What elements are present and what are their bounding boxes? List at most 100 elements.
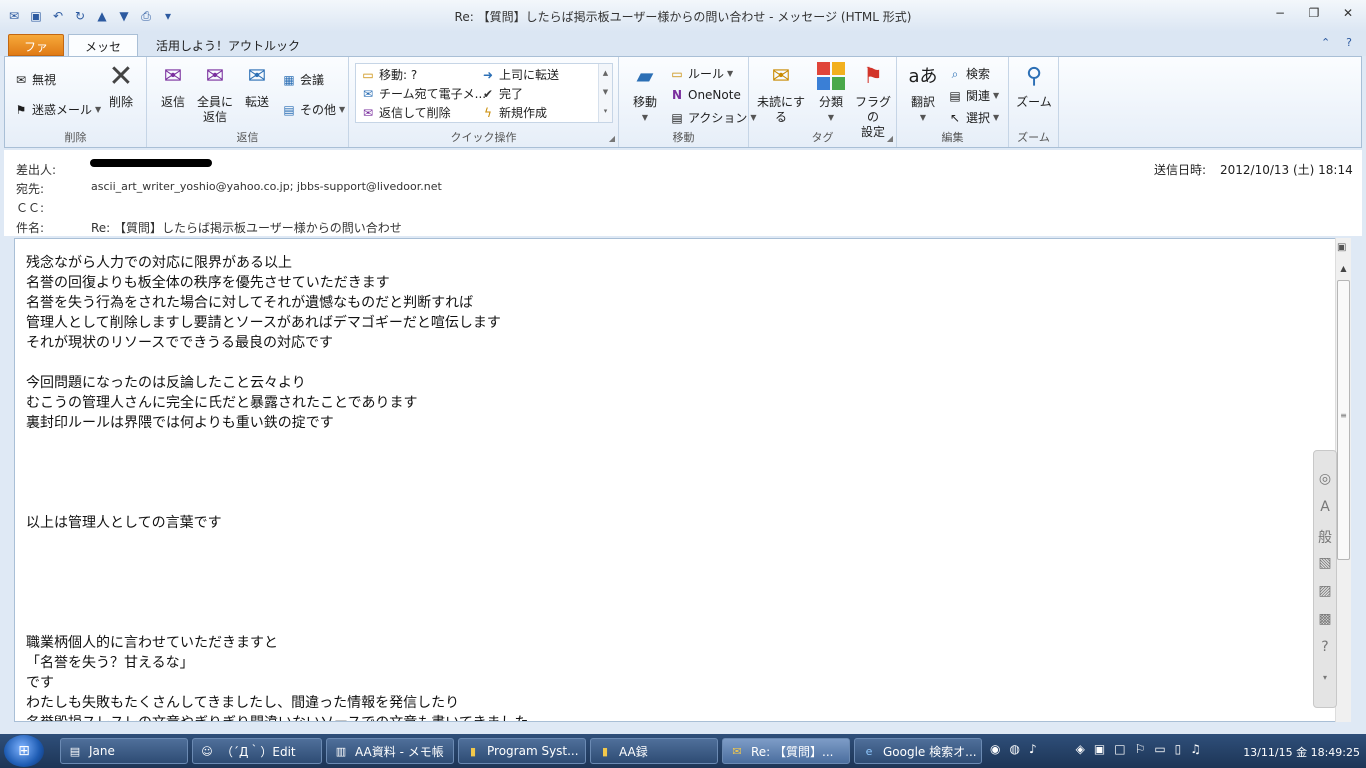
scroll-thumb[interactable]: ≡ bbox=[1337, 280, 1350, 560]
forward-manager-icon: ➜ bbox=[482, 67, 494, 82]
to-value[interactable]: ascii_art_writer_yoshio@yahoo.co.jp; jbb… bbox=[91, 180, 442, 193]
junk-button[interactable]: ⚑ 迷惑メール ▼ bbox=[13, 101, 102, 118]
reading-pane-icon[interactable]: ▣ bbox=[1337, 242, 1350, 256]
tab-file[interactable]: ファイル bbox=[8, 34, 64, 71]
body-line: 名誉の回復よりも板全体の秩序を優先させていただきます bbox=[26, 275, 390, 291]
move-button[interactable]: ▰ 移動 ▼ bbox=[627, 61, 663, 125]
forward-button[interactable]: ✉ 転送 bbox=[239, 61, 275, 110]
taskbar-item-google-search[interactable]: e Google 検索オ... bbox=[854, 738, 982, 764]
quick-step-team-email[interactable]: ✉ チーム宛て電子メ... bbox=[360, 85, 486, 102]
mouse-icon[interactable]: ◍ bbox=[1009, 742, 1019, 756]
display-icon[interactable]: ▭ bbox=[1154, 742, 1165, 756]
actions-button[interactable]: ▤ アクション ▼ bbox=[669, 109, 756, 126]
delete-button[interactable]: ✕ 削除 bbox=[101, 61, 141, 110]
expand-gallery-icon[interactable]: ▾ bbox=[599, 102, 612, 121]
ribbon-tools: ⌃ ? bbox=[1321, 36, 1352, 49]
body-line: 今回問題になったのは反論したこと云々より bbox=[26, 375, 306, 391]
group-label-delete: 削除 bbox=[64, 131, 87, 144]
subject-value: Re: 【質問】したらば掲示板ユーザー様からの問い合わせ bbox=[91, 221, 402, 235]
scroll-up-icon[interactable]: ▲ bbox=[1336, 264, 1351, 278]
zoom-button[interactable]: ⚲ ズーム bbox=[1015, 61, 1053, 110]
start-button[interactable]: ⊞ bbox=[4, 735, 44, 767]
ime-mode-icon[interactable]: ◎ bbox=[1314, 471, 1336, 487]
title-bar: ✉ ▣ ↶ ↻ ▲ ▼ ⎙ ▾ Re: 【質問】したらば掲示板ユーザー様からの問… bbox=[0, 0, 1366, 32]
onenote-button[interactable]: N OneNote bbox=[669, 87, 741, 103]
group-label-move: 移動 bbox=[672, 131, 695, 144]
taskbar-item-edit[interactable]: ☺ （´Д｀）Edit bbox=[192, 738, 322, 764]
scroll-down-icon[interactable]: ▼ bbox=[599, 83, 612, 102]
ime-pad-icon[interactable]: ▧ bbox=[1314, 555, 1336, 571]
to-label: 宛先: bbox=[16, 182, 45, 196]
team-mail-icon: ✉ bbox=[362, 86, 374, 101]
minimize-ribbon-icon[interactable]: ⌃ bbox=[1321, 36, 1330, 49]
reply-all-button[interactable]: ✉ 全員に 返信 bbox=[195, 61, 235, 125]
find-button[interactable]: ⌕ 検索 bbox=[947, 65, 990, 82]
folder-icon: ▭ bbox=[362, 67, 374, 82]
volume-icon[interactable]: ♪ bbox=[1029, 742, 1037, 756]
ime-tools-icon[interactable]: ▩ bbox=[1314, 611, 1336, 627]
flag-icon[interactable]: ⚐ bbox=[1135, 742, 1146, 756]
ime-options-icon[interactable]: ▾ bbox=[1314, 673, 1336, 682]
group-label-quick-steps: クイック操作 bbox=[450, 131, 517, 144]
body-line bbox=[26, 613, 1316, 633]
quick-step-to-manager[interactable]: ➜ 上司に転送 bbox=[480, 66, 559, 83]
reply-icon: ✉ bbox=[163, 63, 183, 89]
taskbar-item-notepad[interactable]: ▥ AA資料 - メモ帳 bbox=[326, 738, 454, 764]
categorize-icon bbox=[816, 61, 846, 91]
more-icon: ▤ bbox=[283, 102, 295, 117]
vertical-scrollbar[interactable]: ▣ ▲ ≡ bbox=[1335, 238, 1351, 722]
chevron-down-icon: ▼ bbox=[727, 69, 734, 78]
taskbar-item-jane[interactable]: ▤ Jane bbox=[60, 738, 188, 764]
taskbar-item-program-system[interactable]: ▮ Program Syst... bbox=[458, 738, 586, 764]
mark-unread-button[interactable]: ✉ 未読にする bbox=[753, 61, 809, 125]
delete-x-icon: ✕ bbox=[108, 58, 134, 94]
tab-message[interactable]: メッセージ bbox=[68, 34, 138, 71]
ime-help-icon[interactable]: ? bbox=[1314, 639, 1336, 655]
checkmark-icon: ✔ bbox=[482, 86, 494, 101]
office-icon[interactable]: ▣ bbox=[1094, 742, 1105, 756]
quick-step-done[interactable]: ✔ 完了 bbox=[480, 85, 523, 102]
ime-dictionary-icon[interactable]: ▨ bbox=[1314, 583, 1336, 599]
magnifier-icon: ⚲ bbox=[1025, 63, 1043, 89]
restore-button[interactable]: ❐ bbox=[1304, 6, 1324, 24]
taskbar-item-aa-folder[interactable]: ▮ AA録 bbox=[590, 738, 718, 764]
help-icon[interactable]: ? bbox=[1346, 36, 1352, 49]
taskbar-clock[interactable]: 13/11/15 金 18:49:25 bbox=[1243, 744, 1360, 760]
tray-app-icon[interactable]: ◉ bbox=[990, 742, 1000, 756]
window-controls: − ❐ ✕ bbox=[1270, 6, 1358, 24]
select-button[interactable]: ↖ 選択 ▼ bbox=[947, 109, 999, 126]
message-body[interactable]: 残念ながら人力での対応に限界がある以上名誉の回復よりも板全体の秩序を優先させてい… bbox=[14, 238, 1350, 722]
quick-steps-scroller[interactable]: ▲ ▼ ▾ bbox=[598, 64, 612, 122]
ime-conversion-mode[interactable]: 般 bbox=[1314, 527, 1336, 547]
ime-input-mode[interactable]: A bbox=[1314, 499, 1336, 515]
minimize-button[interactable]: − bbox=[1270, 6, 1290, 24]
ignore-button[interactable]: ✉ 無視 bbox=[13, 71, 56, 88]
body-line: 残念ながら人力での対応に限界がある以上 bbox=[26, 255, 292, 271]
system-tray: ◉ ◍ ♪ ◈ ▣ □ ⚐ ▭ ▯ ♫ bbox=[990, 742, 1201, 756]
speaker-icon[interactable]: ♫ bbox=[1190, 742, 1201, 756]
translate-button[interactable]: aあ 翻訳 ▼ bbox=[903, 61, 943, 125]
meeting-button[interactable]: ▦ 会議 bbox=[281, 71, 324, 88]
tray-box-icon[interactable]: □ bbox=[1114, 742, 1125, 756]
tab-extra[interactable]: 活用しよう！アウトルック bbox=[146, 34, 310, 56]
quick-step-move[interactable]: ▭ 移動: ? bbox=[360, 66, 417, 83]
taskbar-item-outlook-message[interactable]: ✉ Re: 【質問】... bbox=[722, 738, 850, 764]
scroll-up-icon[interactable]: ▲ bbox=[599, 64, 612, 83]
reply-button[interactable]: ✉ 返信 bbox=[155, 61, 191, 110]
categorize-button[interactable]: 分類 ▼ bbox=[815, 61, 847, 125]
body-line bbox=[26, 533, 1316, 553]
actions-icon: ▤ bbox=[671, 110, 683, 125]
dialog-launcher-icon[interactable]: ◢ bbox=[609, 134, 615, 143]
close-button[interactable]: ✕ bbox=[1338, 6, 1358, 24]
rules-button[interactable]: ▭ ルール ▼ bbox=[669, 65, 733, 82]
power-icon[interactable]: ▯ bbox=[1175, 742, 1182, 756]
more-reply-button[interactable]: ▤ その他 ▼ bbox=[281, 101, 345, 118]
network-app-icon[interactable]: ◈ bbox=[1076, 742, 1085, 756]
dialog-launcher-icon[interactable]: ◢ bbox=[887, 134, 893, 143]
related-button[interactable]: ▤ 関連 ▼ bbox=[947, 87, 999, 104]
body-line: それが現状のリソースでできうる最良の対応です bbox=[26, 335, 334, 351]
chevron-down-icon: ▼ bbox=[993, 91, 1000, 100]
quick-step-reply-delete[interactable]: ✉ 返信して削除 bbox=[360, 104, 451, 121]
lightning-icon: ϟ bbox=[484, 105, 492, 120]
quick-step-create-new[interactable]: ϟ 新規作成 bbox=[480, 104, 547, 121]
